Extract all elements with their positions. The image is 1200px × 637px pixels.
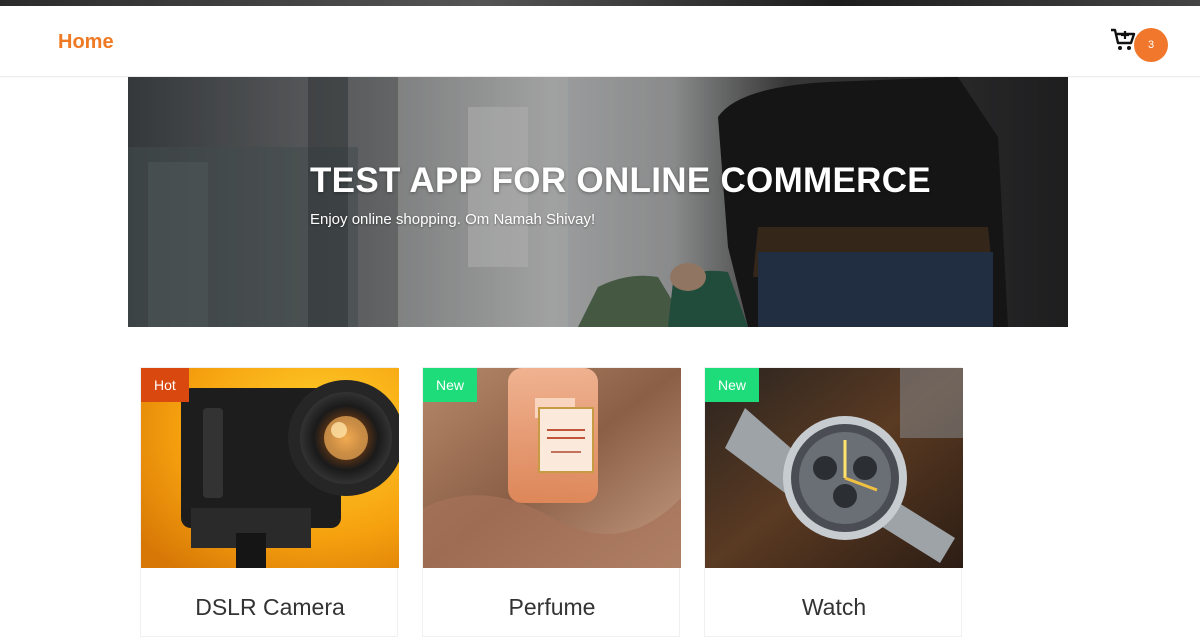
cart-count-badge: 3 [1134,28,1168,62]
hero-background-image [128,77,1068,327]
nav-home-link[interactable]: Home [58,31,114,54]
hero-title: TEST APP FOR ONLINE COMMERCE [310,161,931,200]
product-card-dslr-camera[interactable]: Hot DSLR Camera [140,367,399,637]
product-card-watch[interactable]: New Watch [704,367,963,637]
cart-button[interactable]: 3 [1110,28,1170,64]
cart-plus-icon [1111,28,1136,50]
navbar: Home 3 [0,6,1200,77]
product-title[interactable]: DSLR Camera [141,594,399,621]
product-badge: Hot [141,368,189,402]
product-badge: New [423,368,478,402]
product-title[interactable]: Perfume [423,594,681,621]
product-card-perfume[interactable]: New Perfume [422,367,681,637]
hero-banner: TEST APP FOR ONLINE COMMERCE Enjoy onlin… [128,77,1068,327]
hero-subtitle: Enjoy online shopping. Om Namah Shivay! [310,211,596,228]
product-badge: New [705,368,760,402]
product-title[interactable]: Watch [705,594,963,621]
